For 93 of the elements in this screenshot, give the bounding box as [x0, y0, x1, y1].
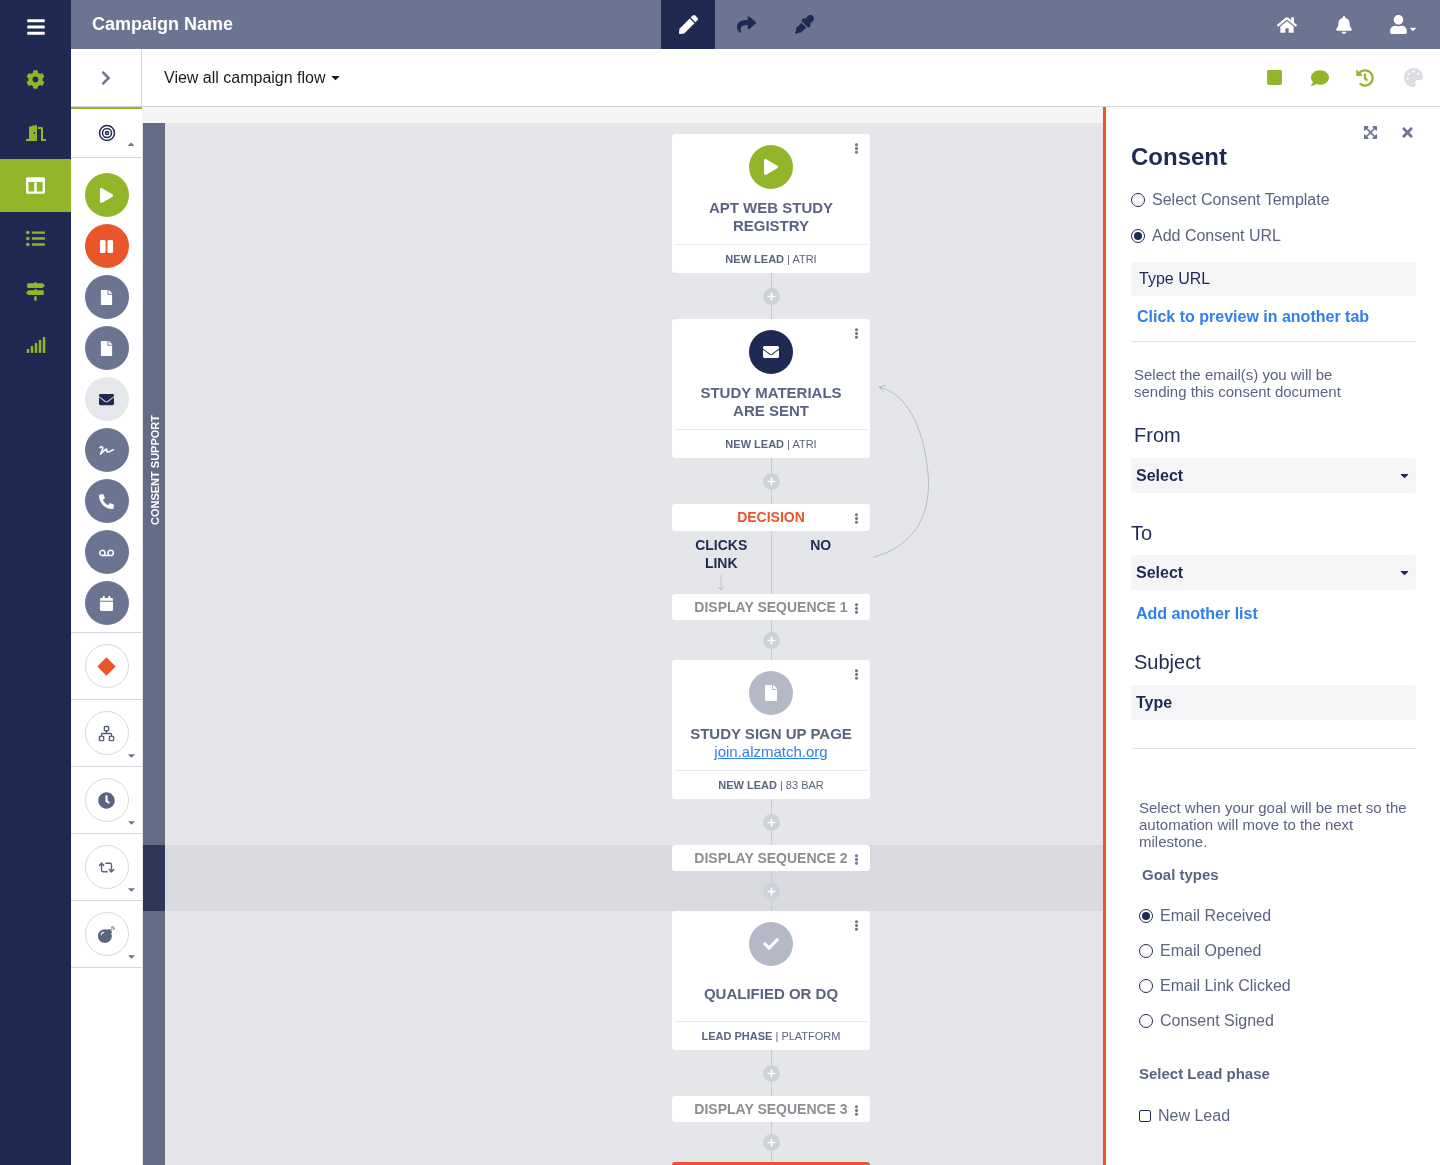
radio-label: Email Received	[1160, 905, 1272, 926]
add-list-link[interactable]: Add another list	[1136, 602, 1416, 626]
step-card[interactable]: QUALIFIED OR DQ LEAD PHASE | PLATFORM	[672, 911, 870, 1050]
radio-label: Select Consent Template	[1152, 190, 1330, 210]
step-card[interactable]: STUDY SIGN UP PAGE join.alzmatch.org NEW LEAD | 83 BAR	[672, 660, 870, 799]
step-title: STUDY SIGN UP PAGE	[689, 724, 853, 743]
tool-button[interactable]	[661, 0, 715, 49]
goal-hint-text: Select when your goal will be met so the automation will move to the next milestone.	[1139, 799, 1408, 850]
radio-label: Email Opened	[1160, 940, 1262, 961]
url-input-field[interactable]: Type URL	[1131, 262, 1416, 296]
checkbox[interactable]	[1139, 1110, 1151, 1122]
plus-icon	[766, 635, 776, 645]
sequence-title: DISPLAY SEQUENCE 1	[694, 597, 848, 617]
step-title: APT WEB STUDY REGISTRY	[707, 198, 835, 235]
step-card[interactable]: STUDY MATERIALS ARE SENT NEW LEAD | ATRI	[672, 319, 870, 458]
square-icon	[1266, 69, 1283, 86]
home-icon	[1277, 14, 1297, 35]
menu-icon	[25, 16, 46, 37]
pencil-icon	[678, 15, 698, 34]
plus-icon	[766, 817, 776, 827]
radio-label: Add Consent URL	[1152, 226, 1281, 246]
step-footer: NEW LEAD | ATRI	[725, 435, 817, 453]
decision-card[interactable]: DECISION	[672, 504, 870, 531]
phone-icon	[99, 493, 114, 509]
settings-icon	[26, 70, 45, 89]
page-link[interactable]: join.alzmatch.org	[714, 742, 828, 761]
flow-view-dropdown[interactable]: View all campaign flow	[164, 65, 342, 90]
step-card[interactable]: APT WEB STUDY REGISTRY NEW LEAD | ATRI	[672, 134, 870, 273]
lead-phase-label: Select Lead phase	[1139, 1063, 1271, 1084]
radio-label: Consent Signed	[1160, 1010, 1274, 1031]
plus-icon	[766, 476, 776, 486]
close-button[interactable]	[1400, 125, 1415, 140]
signal-icon	[25, 334, 46, 355]
history-icon	[1356, 68, 1374, 87]
from-label: From	[1134, 423, 1182, 448]
page-icon	[99, 289, 114, 305]
sequence-card[interactable]: DISPLAY SEQUENCE 2	[672, 845, 870, 871]
branch-label: CLICKS LINK	[694, 536, 749, 572]
sequence-card[interactable]: DISPLAY SEQUENCE 1	[672, 594, 870, 620]
plus-icon	[766, 1137, 776, 1147]
step-footer: NEW LEAD | ATRI	[725, 250, 817, 268]
page-icon	[749, 671, 793, 715]
sequence-card[interactable]: DISPLAY SEQUENCE 3	[672, 1096, 870, 1122]
down-arrow-icon	[717, 574, 726, 592]
plus-icon	[766, 886, 776, 896]
list-icon	[26, 229, 45, 248]
pause-icon	[99, 238, 114, 254]
from-select[interactable]: Select	[1131, 458, 1416, 493]
columns-icon	[26, 176, 45, 195]
bell-icon	[1335, 15, 1353, 34]
palette-icon	[1404, 68, 1423, 87]
goal-types-label: Goal types	[1142, 865, 1220, 885]
lane-label: CONSENT SUPPORT	[148, 415, 162, 525]
check-icon	[749, 922, 793, 966]
email-hint-text: Select the email(s) you will be sending this consent document	[1134, 366, 1342, 400]
step-title: STUDY MATERIALS ARE SENT	[699, 383, 843, 420]
calendar-icon	[99, 595, 114, 611]
user-menu-button[interactable]	[1389, 15, 1418, 34]
expand-button[interactable]	[1363, 125, 1378, 140]
envelope-icon	[749, 330, 793, 374]
door-icon	[25, 122, 46, 143]
step-footer: NEW LEAD | 83 BAR	[718, 776, 824, 794]
sequence-title: DISPLAY SEQUENCE 3	[694, 1099, 848, 1119]
play-icon	[99, 187, 114, 203]
campaign-title: Campaign Name	[92, 14, 234, 34]
chat-icon	[1311, 68, 1329, 87]
split-icon	[98, 724, 115, 742]
subject-label: Subject	[1134, 650, 1202, 675]
decision-title: DECISION	[737, 508, 805, 527]
clock-icon	[98, 791, 115, 809]
step-title: QUALIFIED OR DQ	[702, 984, 840, 1003]
to-label: To	[1131, 521, 1154, 546]
preview-link[interactable]: Click to preview in another tab	[1137, 305, 1416, 329]
to-select[interactable]: Select	[1131, 555, 1416, 590]
target-icon	[97, 124, 116, 142]
eyedropper-icon	[794, 15, 814, 34]
branch-label: NO	[810, 536, 832, 554]
bomb-icon	[98, 925, 115, 943]
panel-title: Consent	[1131, 142, 1228, 172]
step-footer: LEAD PHASE | PLATFORM	[701, 1027, 841, 1045]
play-icon	[749, 145, 793, 189]
signpost-icon	[26, 282, 45, 301]
sequence-title: DISPLAY SEQUENCE 2	[694, 848, 848, 868]
radio-label: Email Link Clicked	[1160, 975, 1291, 996]
page-icon	[99, 340, 114, 356]
redo-icon	[736, 15, 756, 34]
step-tool-button[interactable]	[84, 377, 129, 421]
user-icon	[1389, 15, 1408, 34]
subject-input-field[interactable]: Type	[1131, 685, 1416, 720]
plus-icon	[766, 291, 776, 301]
envelope-icon	[99, 391, 114, 407]
plus-icon	[766, 1068, 776, 1078]
checkbox-label: New Lead	[1158, 1106, 1231, 1126]
